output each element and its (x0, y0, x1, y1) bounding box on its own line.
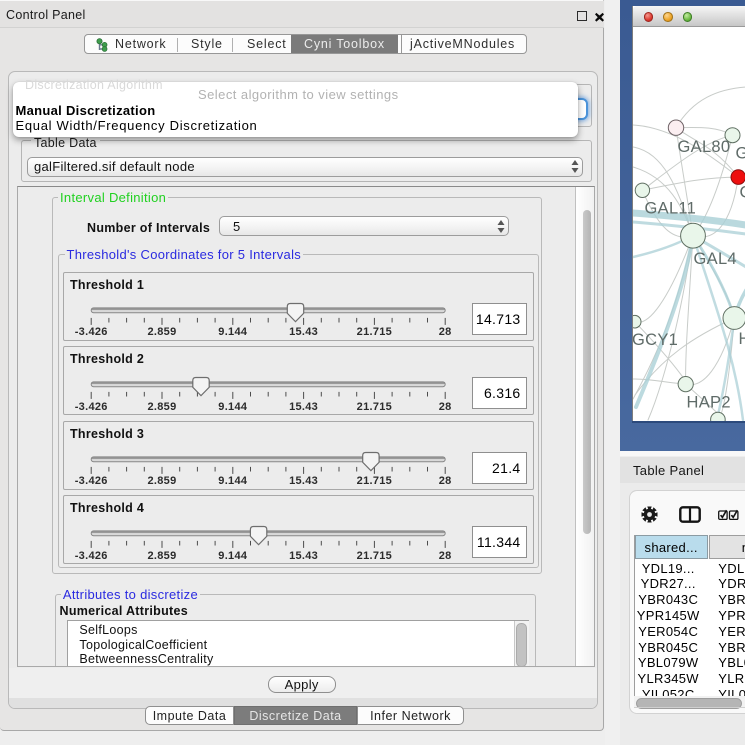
svg-text:H: H (739, 330, 745, 348)
svg-text:HAP2: HAP2 (687, 394, 731, 412)
svg-text:GAL11: GAL11 (645, 200, 697, 218)
svg-text:GAL80: GAL80 (678, 138, 731, 156)
svg-text:GCY1: GCY1 (633, 331, 678, 349)
svg-text:GA: GA (736, 145, 745, 163)
svg-text:GAL4: GAL4 (694, 250, 737, 268)
svg-text:C: C (740, 184, 745, 202)
